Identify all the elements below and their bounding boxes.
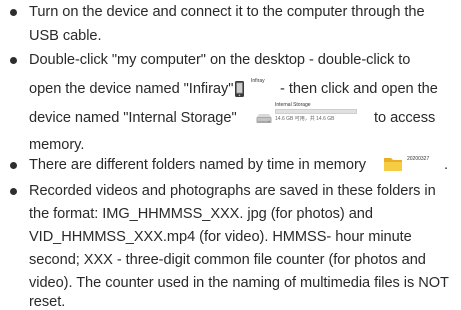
line-text: video). The counter used in the naming o…	[29, 275, 449, 291]
line-text: to access	[374, 110, 436, 126]
line-text: Turn on the device and connect it to the…	[29, 4, 425, 20]
line-text: reset.	[29, 294, 66, 310]
line-text: .	[444, 157, 449, 173]
line-text: Recorded videos and photographs are save…	[29, 183, 436, 199]
line-text: There are different folders named by tim…	[29, 157, 367, 173]
bullet	[10, 9, 17, 16]
hard-drive-icon	[255, 112, 273, 126]
folder-label: 20200327	[407, 156, 430, 162]
folder-icon	[382, 154, 404, 174]
infiray-icon-label: Infiray	[251, 78, 265, 84]
line-text: VID_HHMMSS_XXX.mp4 (for video). HMMSS- h…	[29, 229, 412, 245]
device-phone-icon	[231, 80, 249, 98]
line-text: device named "Internal Storage"	[29, 110, 237, 126]
line-text: memory.	[29, 137, 85, 153]
storage-title: Internal Storage	[275, 102, 311, 108]
line-text: the format: IMG_HHMMSS_XXX. jpg (for pho…	[29, 206, 373, 222]
storage-usage-text: 14.6 GB 可用，共 14.6 GB	[275, 116, 335, 122]
line-text: Double-click "my computer" on the deskto…	[29, 52, 411, 68]
instructions-page: Turn on the device and connect it to the…	[0, 0, 461, 310]
storage-usage-bar	[275, 109, 357, 114]
line-text: second; XXX - three-digit common file co…	[29, 252, 426, 268]
bullet	[10, 188, 17, 195]
line-text: USB cable.	[29, 28, 102, 44]
bullet	[10, 162, 17, 169]
line-text: - then click and open the	[280, 81, 438, 97]
line-text: open the device named "Infiray"	[29, 81, 234, 97]
bullet	[10, 57, 17, 64]
